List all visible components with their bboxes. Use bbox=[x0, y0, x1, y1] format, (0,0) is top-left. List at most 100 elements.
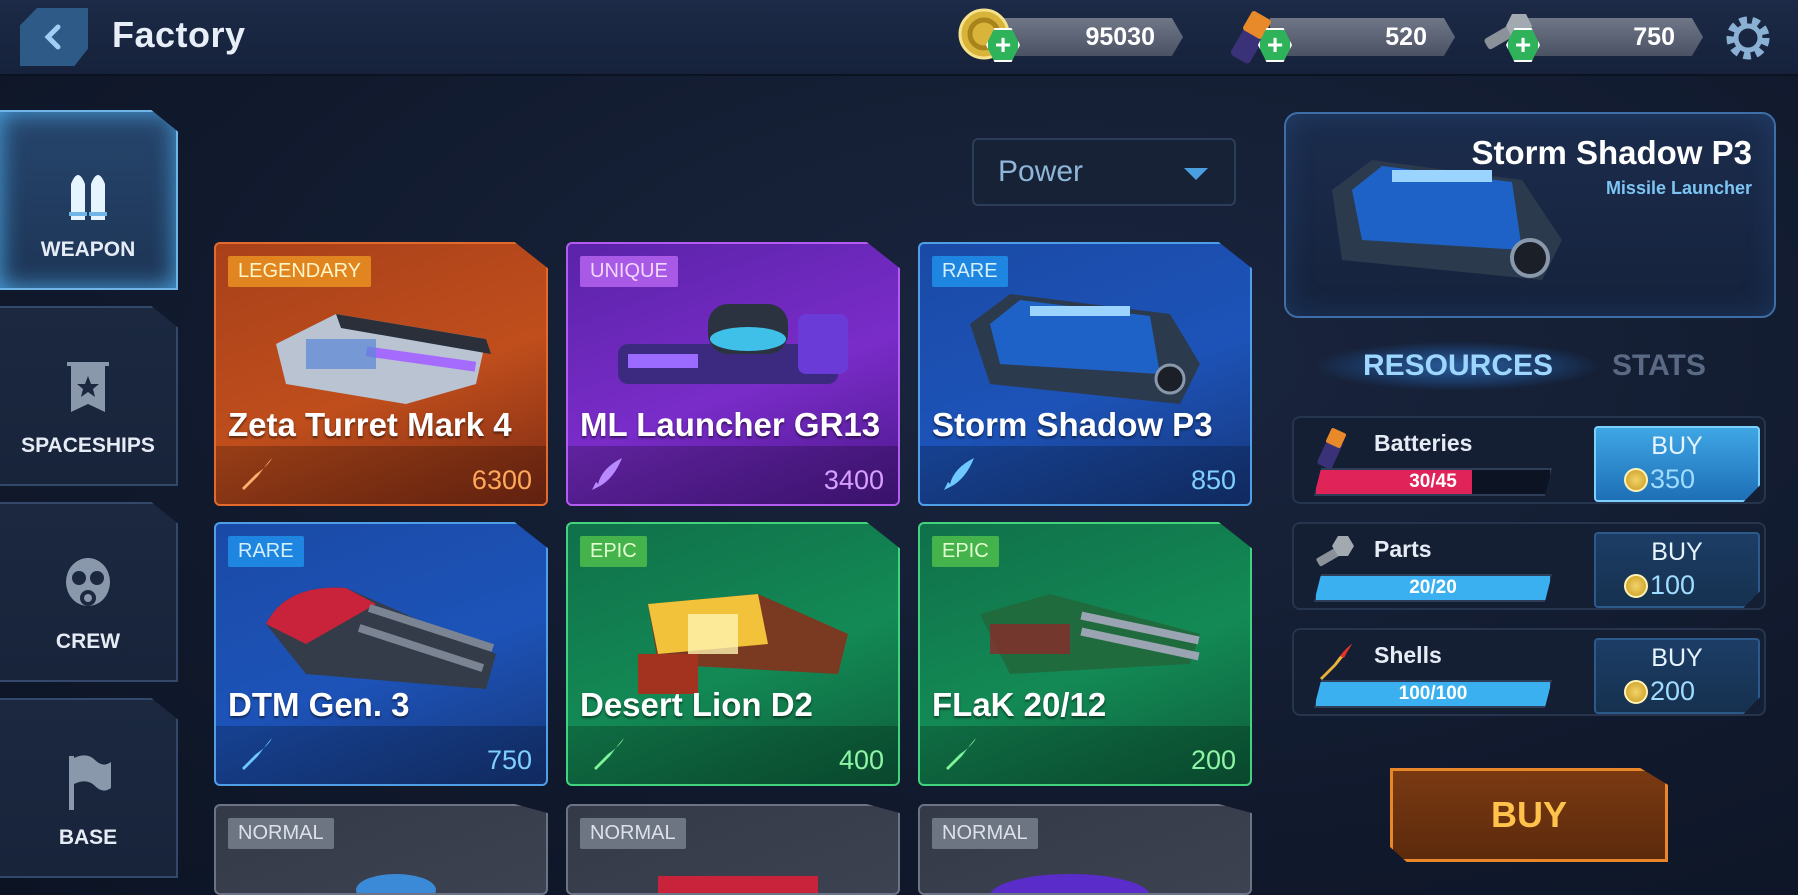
coins-value: 95030 bbox=[998, 18, 1183, 56]
back-button[interactable] bbox=[20, 8, 88, 66]
buy-shells-button[interactable]: BUY 200 bbox=[1594, 638, 1760, 714]
resource-progress-bar: 30/45 bbox=[1314, 468, 1552, 496]
rocket-icon bbox=[944, 458, 974, 490]
resource-name: Parts bbox=[1374, 536, 1432, 562]
bolt-nut-icon bbox=[1316, 536, 1354, 567]
weapon-price: 200 bbox=[1190, 745, 1236, 775]
sidebar-label-spaceships: SPACESHIPS bbox=[21, 434, 155, 457]
rarity-badge: UNIQUE bbox=[580, 256, 678, 287]
weapon-card[interactable]: LEGENDARY Zeta Turret Mark 4 6300 bbox=[214, 242, 548, 506]
weapon-card[interactable]: RARE DTM Gen. 3 750 bbox=[214, 522, 548, 786]
sidebar-item-weapon[interactable]: WEAPON bbox=[0, 110, 178, 290]
battery-icon bbox=[1317, 428, 1346, 469]
weapon-image bbox=[266, 587, 496, 689]
sidebar-item-crew[interactable]: CREW bbox=[0, 502, 178, 682]
weapon-card[interactable]: NORMAL bbox=[214, 804, 548, 895]
rarity-badge: EPIC bbox=[932, 536, 999, 567]
sort-selected-value: Power bbox=[998, 155, 1084, 188]
weapon-card[interactable]: NORMAL bbox=[918, 804, 1252, 895]
progress-text: 100/100 bbox=[1398, 683, 1468, 704]
rocket-icon bbox=[592, 458, 622, 490]
factory-screen: Factory 95030 + 520 + 750 + WEAPON SPACE… bbox=[0, 0, 1798, 895]
resource-row-parts: Parts 20/20 BUY 100 bbox=[1292, 522, 1766, 610]
resource-progress-bar: 100/100 bbox=[1314, 680, 1552, 708]
bullets-icon bbox=[69, 175, 107, 220]
buy-batteries-button[interactable]: BUY 350 bbox=[1594, 426, 1760, 502]
bullet-icon bbox=[242, 458, 272, 490]
buy-label: BUY bbox=[1651, 432, 1703, 460]
selected-weapon-panel: Storm Shadow P3 Missile Launcher bbox=[1284, 112, 1776, 318]
selected-weapon-name: Storm Shadow P3 bbox=[1471, 134, 1752, 171]
bullet-icon bbox=[242, 738, 272, 770]
weapon-card[interactable]: UNIQUE ML Launcher GR13 3400 bbox=[566, 242, 900, 506]
weapon-name: Desert Lion D2 bbox=[580, 686, 813, 723]
weapon-card[interactable]: RARE Storm Shadow P3 850 bbox=[918, 242, 1252, 506]
sidebar-label-base: BASE bbox=[58, 826, 118, 849]
weapon-image bbox=[980, 594, 1200, 674]
buy-parts-button[interactable]: BUY 100 bbox=[1594, 532, 1760, 608]
weapon-price: 850 bbox=[1190, 465, 1236, 495]
weapon-card[interactable]: NORMAL bbox=[566, 804, 900, 895]
weapon-card[interactable]: EPIC FLaK 20/12 200 bbox=[918, 522, 1252, 786]
gear-icon[interactable] bbox=[1722, 12, 1774, 64]
flag-icon bbox=[69, 755, 111, 810]
parts-value: 750 bbox=[1518, 18, 1703, 56]
rarity-badge: LEGENDARY bbox=[228, 256, 372, 287]
weapon-card[interactable]: EPIC Desert Lion D2 400 bbox=[566, 522, 900, 786]
weapon-image bbox=[970, 294, 1200, 404]
resource-row-batteries: Batteries 30/45 BUY 350 bbox=[1292, 416, 1766, 504]
sidebar-item-spaceships[interactable]: SPACESHIPS bbox=[0, 306, 178, 486]
selected-weapon-type: Missile Launcher bbox=[1605, 178, 1752, 198]
tab-stats[interactable]: STATS bbox=[1612, 342, 1706, 390]
weapon-image bbox=[356, 874, 436, 893]
weapon-image bbox=[990, 874, 1150, 893]
weapon-name: ML Launcher GR13 bbox=[580, 406, 881, 443]
gas-mask-icon bbox=[66, 558, 110, 606]
buy-weapon-button[interactable]: BUY bbox=[1390, 768, 1668, 862]
weapon-image bbox=[638, 594, 848, 694]
buy-cost: 350 bbox=[1650, 464, 1696, 494]
progress-text: 20/20 bbox=[1409, 577, 1457, 598]
weapon-image bbox=[276, 314, 491, 404]
resource-row-shells: Shells 100/100 BUY 200 bbox=[1292, 628, 1766, 716]
rarity-badge: NORMAL bbox=[580, 818, 686, 849]
sort-dropdown[interactable]: Power bbox=[972, 138, 1236, 206]
top-bar: Factory 95030 + 520 + 750 + bbox=[0, 0, 1798, 76]
weapon-name: DTM Gen. 3 bbox=[228, 686, 410, 723]
weapon-image bbox=[658, 876, 818, 893]
rarity-badge: RARE bbox=[228, 536, 304, 567]
caret-down-icon bbox=[1184, 168, 1208, 180]
progress-text: 30/45 bbox=[1409, 471, 1457, 492]
tab-resources[interactable]: RESOURCES bbox=[1318, 342, 1598, 390]
weapon-name: FLaK 20/12 bbox=[932, 686, 1107, 723]
weapon-price: 6300 bbox=[471, 465, 532, 495]
banner-star-icon bbox=[67, 362, 109, 412]
buy-cost: 100 bbox=[1650, 570, 1696, 600]
bullet-icon bbox=[594, 738, 624, 770]
rarity-badge: NORMAL bbox=[228, 818, 334, 849]
resource-name: Batteries bbox=[1374, 430, 1473, 456]
weapon-price: 750 bbox=[486, 745, 532, 775]
resource-progress-bar: 20/20 bbox=[1314, 574, 1552, 602]
bullet-icon bbox=[946, 738, 976, 770]
weapon-name: Zeta Turret Mark 4 bbox=[228, 406, 512, 443]
sidebar-label-weapon: WEAPON bbox=[40, 238, 136, 261]
rarity-badge: EPIC bbox=[580, 536, 647, 567]
coin-icon bbox=[1624, 680, 1648, 704]
coin-icon bbox=[1624, 574, 1648, 598]
coin-icon bbox=[1624, 468, 1648, 492]
weapon-name: Storm Shadow P3 bbox=[932, 406, 1213, 443]
buy-label: BUY bbox=[1651, 538, 1703, 566]
page-title: Factory bbox=[112, 14, 246, 55]
batteries-value: 520 bbox=[1270, 18, 1455, 56]
buy-label: BUY bbox=[1651, 644, 1703, 672]
sidebar-item-base[interactable]: BASE bbox=[0, 698, 178, 878]
shell-icon bbox=[1320, 644, 1352, 680]
chevron-left-icon bbox=[44, 24, 61, 50]
buy-cost: 200 bbox=[1650, 676, 1696, 706]
resource-name: Shells bbox=[1374, 642, 1442, 668]
weapon-price: 3400 bbox=[823, 465, 884, 495]
rarity-badge: NORMAL bbox=[932, 818, 1038, 849]
weapon-price: 400 bbox=[838, 745, 884, 775]
sidebar-label-crew: CREW bbox=[55, 630, 121, 653]
